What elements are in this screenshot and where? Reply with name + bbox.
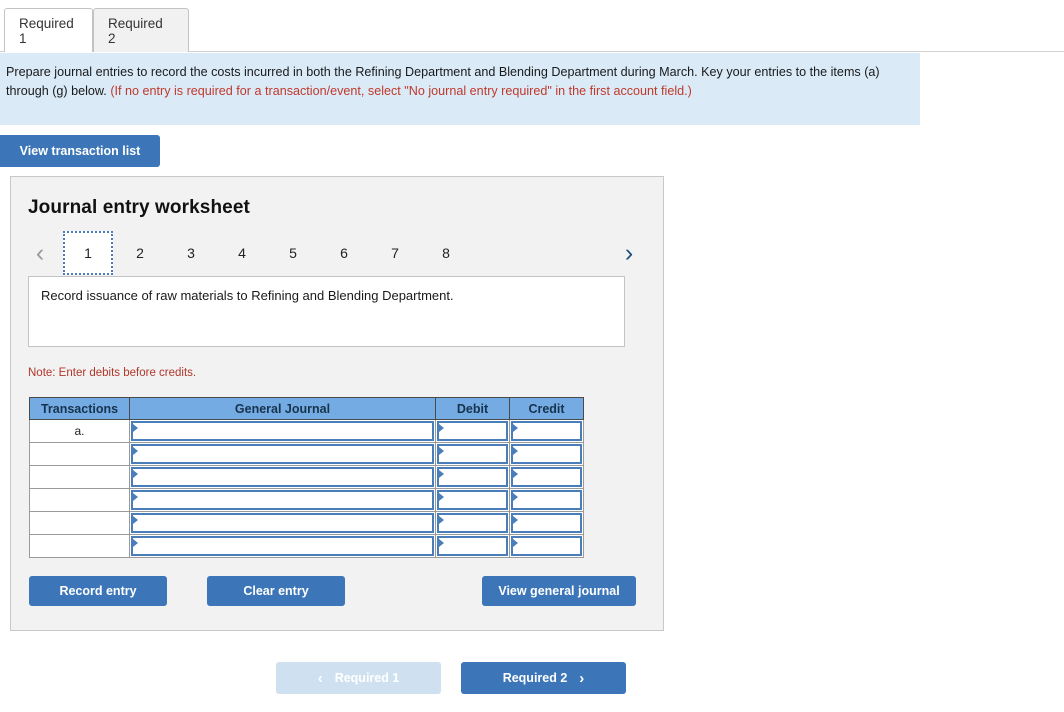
- tab-required-2-label: Required 2: [108, 16, 174, 46]
- pager-page-2[interactable]: 2: [115, 231, 165, 275]
- general-journal-input[interactable]: [131, 490, 434, 510]
- debit-cell: [436, 535, 510, 558]
- page-title: Journal entry worksheet: [28, 197, 250, 219]
- credit-cell: [510, 535, 584, 558]
- pager-page-4-label: 4: [238, 245, 246, 261]
- credit-cell: [510, 512, 584, 535]
- journal-entry-table: Transactions General Journal Debit Credi…: [29, 397, 584, 558]
- debit-cell: [436, 420, 510, 443]
- table-row: [30, 443, 584, 466]
- view-transaction-list-button[interactable]: View transaction list: [0, 135, 160, 167]
- pager-page-8[interactable]: 8: [421, 231, 471, 275]
- record-entry-button[interactable]: Record entry: [29, 576, 167, 606]
- credit-cell: [510, 466, 584, 489]
- table-row: [30, 512, 584, 535]
- general-journal-cell: [130, 466, 436, 489]
- tab-required-2[interactable]: Required 2: [93, 8, 189, 52]
- table-row: [30, 489, 584, 512]
- table-row: [30, 535, 584, 558]
- pager-page-7-label: 7: [391, 245, 399, 261]
- tab-required-1-label: Required 1: [19, 16, 78, 46]
- general-journal-cell: [130, 512, 436, 535]
- debit-input[interactable]: [437, 421, 508, 441]
- column-header-credit: Credit: [510, 398, 584, 420]
- pager-page-7[interactable]: 7: [370, 231, 420, 275]
- debit-cell: [436, 443, 510, 466]
- previous-required-button[interactable]: ‹ Required 1: [276, 662, 441, 694]
- debit-input[interactable]: [437, 536, 508, 556]
- pager-page-6-label: 6: [340, 245, 348, 261]
- pager-page-6[interactable]: 6: [319, 231, 369, 275]
- debits-before-credits-note: Note: Enter debits before credits.: [28, 367, 196, 379]
- transaction-label-cell: [30, 512, 130, 535]
- chevron-left-icon[interactable]: ‹: [27, 237, 53, 269]
- view-general-journal-label: View general journal: [498, 584, 619, 598]
- clear-entry-label: Clear entry: [243, 584, 308, 598]
- debit-input[interactable]: [437, 490, 508, 510]
- general-journal-input[interactable]: [131, 513, 434, 533]
- view-general-journal-button[interactable]: View general journal: [482, 576, 636, 606]
- debit-cell: [436, 512, 510, 535]
- debit-input[interactable]: [437, 513, 508, 533]
- pager-page-2-label: 2: [136, 245, 144, 261]
- chevron-right-icon[interactable]: ›: [616, 237, 642, 269]
- general-journal-input[interactable]: [131, 421, 434, 441]
- instruction-text-note: (If no entry is required for a transacti…: [110, 84, 692, 98]
- pager-page-4[interactable]: 4: [217, 231, 267, 275]
- transaction-label-cell: a.: [30, 420, 130, 443]
- instruction-banner: Prepare journal entries to record the co…: [0, 53, 920, 125]
- credit-cell: [510, 489, 584, 512]
- column-header-general-journal: General Journal: [130, 398, 436, 420]
- general-journal-cell: [130, 535, 436, 558]
- tab-required-1[interactable]: Required 1: [4, 8, 93, 52]
- column-header-debit: Debit: [436, 398, 510, 420]
- table-row: [30, 466, 584, 489]
- previous-required-label: Required 1: [335, 671, 400, 685]
- chevron-left-icon: ‹: [318, 671, 323, 686]
- credit-input[interactable]: [511, 490, 582, 510]
- next-required-button[interactable]: Required 2 ›: [461, 662, 626, 694]
- transaction-description-text: Record issuance of raw materials to Refi…: [41, 288, 454, 303]
- credit-input[interactable]: [511, 444, 582, 464]
- debit-cell: [436, 466, 510, 489]
- pager-page-1-label: 1: [84, 245, 92, 261]
- debit-cell: [436, 489, 510, 512]
- credit-cell: [510, 420, 584, 443]
- record-entry-label: Record entry: [59, 584, 136, 598]
- transaction-label-cell: [30, 443, 130, 466]
- pager-page-3[interactable]: 3: [166, 231, 216, 275]
- column-header-transactions: Transactions: [30, 398, 130, 420]
- pager-page-5-label: 5: [289, 245, 297, 261]
- debit-input[interactable]: [437, 444, 508, 464]
- pager-page-5[interactable]: 5: [268, 231, 318, 275]
- general-journal-cell: [130, 443, 436, 466]
- credit-cell: [510, 443, 584, 466]
- clear-entry-button[interactable]: Clear entry: [207, 576, 345, 606]
- worksheet-pager: ‹ 1 2 3 4 5 6 7 8 ›: [27, 231, 647, 277]
- debit-input[interactable]: [437, 467, 508, 487]
- credit-input[interactable]: [511, 467, 582, 487]
- transaction-label-cell: [30, 489, 130, 512]
- general-journal-cell: [130, 489, 436, 512]
- transaction-description-box: Record issuance of raw materials to Refi…: [28, 276, 625, 347]
- general-journal-input[interactable]: [131, 444, 434, 464]
- pager-page-1[interactable]: 1: [63, 231, 113, 275]
- credit-input[interactable]: [511, 536, 582, 556]
- pager-page-8-label: 8: [442, 245, 450, 261]
- chevron-right-icon: ›: [579, 671, 584, 686]
- tab-strip: Required 1 Required 2: [0, 0, 1064, 52]
- general-journal-input[interactable]: [131, 536, 434, 556]
- journal-entry-worksheet-panel: Journal entry worksheet ‹ 1 2 3 4 5 6 7 …: [10, 176, 664, 631]
- table-header-row: Transactions General Journal Debit Credi…: [30, 398, 584, 420]
- credit-input[interactable]: [511, 513, 582, 533]
- transaction-label-cell: [30, 466, 130, 489]
- pager-page-3-label: 3: [187, 245, 195, 261]
- credit-input[interactable]: [511, 421, 582, 441]
- general-journal-input[interactable]: [131, 467, 434, 487]
- table-row: a.: [30, 420, 584, 443]
- next-required-label: Required 2: [503, 671, 568, 685]
- transaction-label-cell: [30, 535, 130, 558]
- view-transaction-list-label: View transaction list: [20, 144, 141, 158]
- general-journal-cell: [130, 420, 436, 443]
